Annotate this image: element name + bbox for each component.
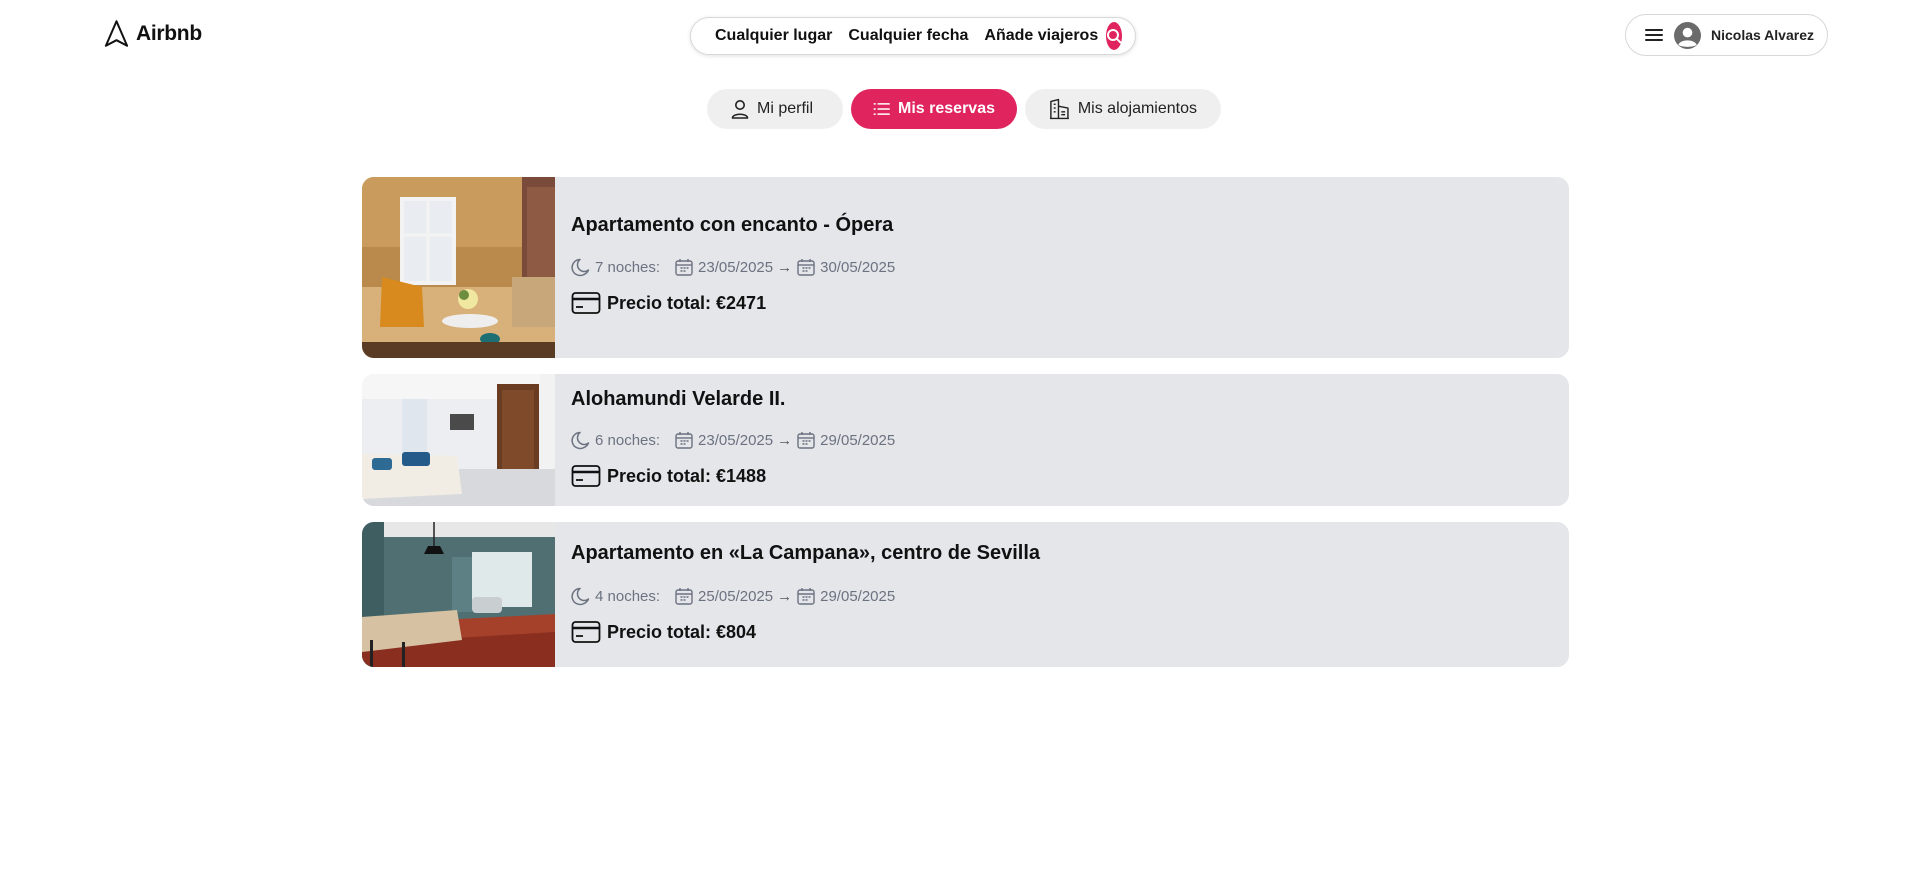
booking-card[interactable]: Apartamento en «La Campana», centro de S… (362, 522, 1569, 667)
booking-nights: 4 noches: (595, 587, 661, 605)
search-bar[interactable]: Cualquier lugar Cualquier fecha Añade vi… (690, 17, 1136, 55)
booking-photo (362, 177, 555, 358)
booking-nights: 7 noches: (595, 258, 661, 276)
booking-title: Apartamento en «La Campana», centro de S… (571, 542, 1041, 564)
booking-photo (362, 374, 555, 506)
date-arrow: → (777, 587, 793, 605)
booking-card[interactable]: Apartamento con encanto - Ópera 7 noches… (362, 177, 1569, 358)
airbnb-logo[interactable]: Airbnb (103, 19, 202, 48)
calendar-icon (675, 259, 693, 276)
credit-card-icon (571, 465, 601, 487)
booking-info: Apartamento en «La Campana», centro de S… (555, 522, 1569, 667)
booking-check-in: 23/05/2025 (698, 431, 774, 449)
booking-check-out: 30/05/2025 (820, 258, 896, 276)
list-icon (873, 103, 890, 115)
profile-tabs: Mi perfil Mis reservas Mis alojamientos (707, 89, 1221, 129)
calendar-icon (797, 588, 815, 605)
booking-nights: 6 noches: (595, 431, 661, 449)
booking-dates: 6 noches: 23/05/2025 → 29/05/2025 (571, 430, 895, 450)
credit-card-icon (571, 621, 601, 643)
booking-dates: 7 noches: 23/05/2025 → 30/05/2025 (571, 257, 895, 277)
airbnb-logo-icon (103, 19, 130, 48)
search-place[interactable]: Cualquier lugar (715, 27, 832, 45)
booking-info: Alohamundi Velarde II. 6 noches: 23/05/2… (555, 374, 1569, 506)
user-name: Nicolas Alvarez (1711, 27, 1814, 43)
user-menu-button[interactable]: Nicolas Alvarez (1625, 14, 1828, 56)
booking-price: Precio total: €804 (571, 620, 756, 644)
user-icon (731, 100, 749, 119)
booking-title: Apartamento con encanto - Ópera (571, 214, 894, 236)
booking-price: Precio total: €1488 (571, 464, 766, 488)
booking-photo (362, 522, 555, 667)
booking-price-label: Precio total: €1488 (607, 465, 767, 486)
date-arrow: → (777, 258, 793, 276)
booking-check-in: 23/05/2025 (698, 258, 774, 276)
calendar-icon (675, 432, 693, 449)
airbnb-logo-text: Airbnb (136, 21, 202, 45)
avatar (1674, 21, 1701, 49)
hamburger-menu-icon (1644, 27, 1664, 43)
booking-price: Precio total: €2471 (571, 291, 766, 315)
calendar-icon (797, 259, 815, 276)
building-icon (1049, 98, 1069, 120)
search-guests[interactable]: Añade viajeros (984, 27, 1098, 45)
moon-icon (571, 431, 590, 450)
credit-card-icon (571, 292, 601, 314)
tab-label: Mi perfil (757, 100, 814, 117)
tab-label: Mis reservas (898, 100, 995, 117)
booking-check-out: 29/05/2025 (820, 587, 896, 605)
tab-mis-reservas[interactable]: Mis reservas (851, 89, 1017, 129)
search-date[interactable]: Cualquier fecha (848, 27, 968, 45)
moon-icon (571, 258, 590, 277)
booking-card[interactable]: Alohamundi Velarde II. 6 noches: 23/05/2… (362, 374, 1569, 506)
booking-info: Apartamento con encanto - Ópera 7 noches… (555, 177, 1569, 358)
booking-dates: 4 noches: 25/05/2025 → 29/05/2025 (571, 586, 895, 606)
tab-mi-perfil[interactable]: Mi perfil (707, 89, 843, 129)
search-button[interactable] (1106, 22, 1123, 50)
booking-check-out: 29/05/2025 (820, 431, 896, 449)
search-icon (1107, 29, 1122, 44)
tab-mis-alojamientos[interactable]: Mis alojamientos (1025, 89, 1221, 129)
calendar-icon (797, 432, 815, 449)
tab-label: Mis alojamientos (1077, 100, 1197, 117)
booking-check-in: 25/05/2025 (698, 587, 774, 605)
calendar-icon (675, 588, 693, 605)
date-arrow: → (777, 431, 793, 449)
booking-price-label: Precio total: €804 (607, 621, 757, 642)
page: Airbnb Cualquier lugar Cualquier fecha A… (0, 0, 1919, 894)
booking-title: Alohamundi Velarde II. (571, 388, 786, 410)
moon-icon (571, 587, 590, 606)
booking-price-label: Precio total: €2471 (607, 292, 767, 313)
